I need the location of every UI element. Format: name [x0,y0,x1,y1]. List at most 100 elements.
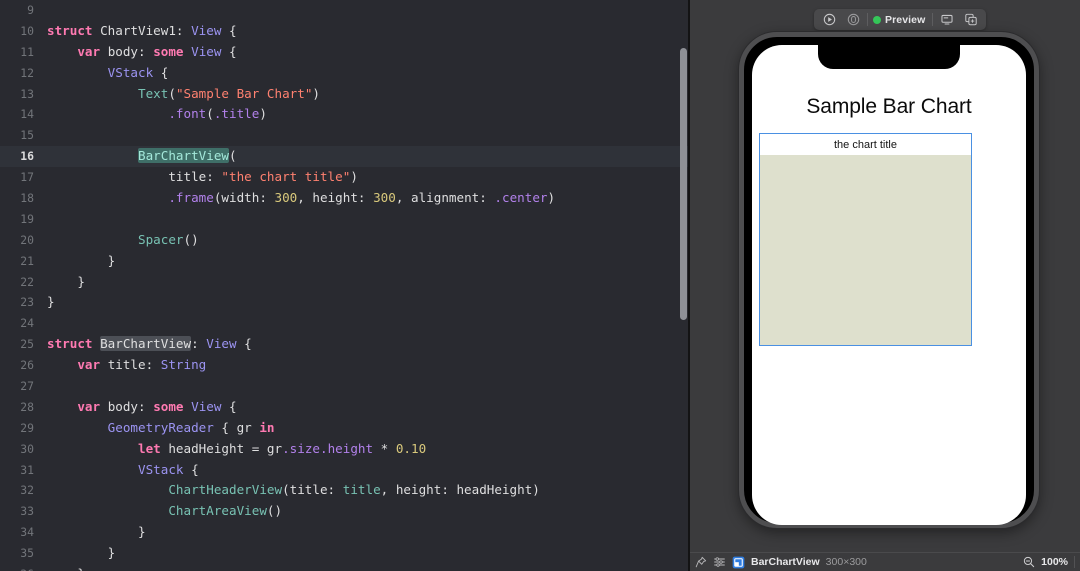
code-line-20[interactable]: 20 Spacer() [0,230,690,251]
duplicate-preview-icon[interactable] [959,11,983,28]
code-token: .title [213,106,260,122]
code-line-14[interactable]: 14 .font(.title) [0,104,690,125]
code-line-30[interactable]: 30 let headHeight = gr.size.height * 0.1… [0,439,690,460]
code-token: , height: [297,190,374,206]
line-source[interactable]: VStack { [34,460,199,481]
code-line-24[interactable]: 24 [0,313,690,334]
line-number: 21 [20,253,34,268]
code-line-31[interactable]: 31 VStack { [0,460,690,481]
line-source[interactable]: var title: String [34,355,206,376]
toolbar-separator [932,13,934,26]
code-line-12[interactable]: 12 VStack { [0,63,690,84]
code-line-36[interactable]: 36 } [0,564,690,571]
preview-canvas[interactable]: Preview Sample Bar Chart the chart title [690,0,1080,571]
code-token: .size [282,440,321,456]
line-source[interactable]: .font(.title) [34,104,267,125]
code-token: struct [47,22,101,38]
code-token: BarChartView [138,148,229,164]
line-source[interactable]: } [34,522,146,543]
preview-layout-icon[interactable] [713,556,726,568]
code-line-21[interactable]: 21 } [0,251,690,272]
line-source[interactable]: } [34,564,85,571]
code-line-29[interactable]: 29 GeometryReader { gr in [0,418,690,439]
code-line-32[interactable]: 32 ChartHeaderView(title: title, height:… [0,480,690,501]
code-token: ChartHeaderView [168,482,283,498]
device-settings-icon[interactable] [935,11,959,28]
code-token: { [221,43,237,59]
line-source[interactable]: var body: some View { [34,397,236,418]
code-line-15[interactable]: 15 [0,125,690,146]
line-source[interactable]: GeometryReader { gr in [34,418,275,439]
code-lines[interactable]: 9 10 struct ChartView1: View {11 var body:… [0,0,690,571]
code-line-34[interactable]: 34 } [0,522,690,543]
line-source[interactable]: let headHeight = gr.size.height * 0.10 [34,439,426,460]
status-dot-icon [873,15,881,24]
statusbar-divider [1074,556,1075,568]
code-line-18[interactable]: 18 .frame(width: 300, height: 300, align… [0,188,690,209]
line-source[interactable]: } [34,543,116,564]
line-source[interactable]: VStack { [34,63,169,84]
line-source[interactable]: Text("Sample Bar Chart") [34,84,320,105]
view-kind-icon[interactable] [732,556,745,569]
code-token: } [47,252,116,268]
code-line-9[interactable]: 9 [0,0,690,21]
code-token: ) [547,190,556,206]
code-line-13[interactable]: 13 Text("Sample Bar Chart") [0,84,690,105]
zoom-out-icon[interactable] [1023,556,1035,568]
preview-status-bar[interactable]: BarChartView 300×300 100% [690,552,1080,571]
editor-vertical-scrollbar[interactable] [680,48,687,320]
code-line-35[interactable]: 35 } [0,543,690,564]
line-source[interactable]: .frame(width: 300, height: 300, alignmen… [34,188,555,209]
line-source[interactable]: title: "the chart title") [34,167,358,188]
code-token: } [47,566,85,571]
line-source[interactable]: BarChartView( [34,146,237,167]
pin-icon[interactable] [695,556,707,568]
preview-status[interactable]: Preview [870,11,930,28]
line-source[interactable]: ChartHeaderView(title: title, height: he… [34,480,540,501]
code-line-26[interactable]: 26 var title: String [0,355,690,376]
line-source[interactable]: Spacer() [34,230,199,251]
bar-chart-view[interactable]: the chart title [759,133,972,346]
code-line-16[interactable]: 16 BarChartView( [0,146,690,168]
line-source[interactable]: } [34,292,55,313]
code-token: struct [47,336,101,352]
source-editor[interactable]: 9 10 struct ChartView1: View {11 var body:… [0,0,690,571]
code-line-11[interactable]: 11 var body: some View { [0,42,690,63]
code-line-10[interactable]: 10 struct ChartView1: View { [0,21,690,42]
code-line-22[interactable]: 22 } [0,272,690,293]
line-number: 26 [20,358,34,373]
code-token: { [221,22,237,38]
device-frame[interactable]: Sample Bar Chart the chart title [739,32,1039,528]
line-number: 18 [20,191,34,206]
code-token: ChartView1 [100,22,176,38]
code-line-25[interactable]: 25 struct BarChartView: View { [0,334,690,355]
line-source[interactable]: } [34,272,85,293]
page-title: Sample Bar Chart [806,95,972,118]
code-token: Text [138,85,169,101]
device-screen[interactable]: Sample Bar Chart the chart title [752,45,1026,525]
code-token: ( [229,148,237,164]
live-preview-icon[interactable] [841,11,865,28]
code-line-19[interactable]: 19 [0,209,690,230]
code-token: some [153,398,192,414]
code-line-17[interactable]: 17 title: "the chart title") [0,167,690,188]
code-token: .center [494,190,548,206]
line-source[interactable]: struct ChartView1: View { [34,21,237,42]
code-line-23[interactable]: 23} [0,292,690,313]
preview-device-toolbar[interactable]: Preview [814,9,987,30]
code-line-27[interactable]: 27 [0,376,690,397]
line-source[interactable]: } [34,251,116,272]
line-source[interactable]: var body: some View { [34,42,237,63]
code-line-33[interactable]: 33 ChartAreaView() [0,501,690,522]
line-source[interactable]: struct BarChartView: View { [34,334,252,355]
line-source[interactable]: ChartAreaView() [34,501,282,522]
chart-header-view: the chart title [760,134,971,155]
preview-view-name: BarChartView [751,556,820,568]
code-line-28[interactable]: 28 var body: some View { [0,397,690,418]
play-icon[interactable] [817,11,841,28]
